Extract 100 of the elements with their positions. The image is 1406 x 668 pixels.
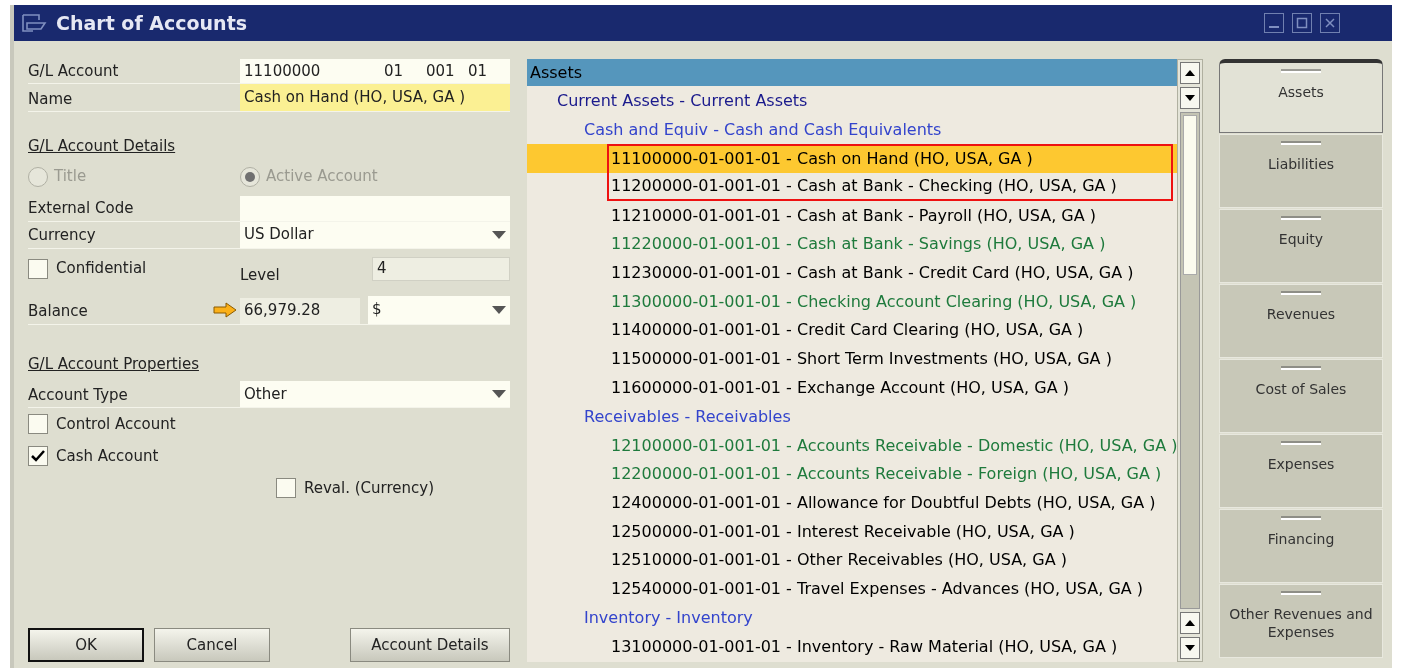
- down-arrow-icon: [1185, 645, 1195, 651]
- account-label: 11400000-01-001-01 - Credit Card Clearing (HO, USA, GA ): [611, 319, 1084, 342]
- checkbox[interactable]: [28, 414, 48, 434]
- account-row[interactable]: 11300000-01-001-01 - Checking Account Clearing (HO, USA, GA ): [527, 287, 1177, 317]
- account-row[interactable]: 12100000-01-001-01 - Accounts Receivable - Domestic (HO, USA, GA ): [527, 431, 1177, 460]
- minimize-button[interactable]: [1264, 13, 1284, 33]
- reval-checkbox[interactable]: Reval. (Currency): [276, 472, 435, 504]
- scroll-up-button[interactable]: [1180, 612, 1200, 634]
- account-label: 13100000-01-001-01 - Inventory - Raw Material (HO, USA, GA ): [611, 635, 1118, 658]
- up-arrow-icon: [1185, 620, 1195, 626]
- account-label: 12510000-01-001-01 - Other Receivables (HO, USA, GA ): [611, 549, 1067, 572]
- minimize-icon: [1269, 26, 1279, 28]
- scroll-down-button[interactable]: [1180, 87, 1200, 109]
- dialog-button[interactable]: Cancel: [154, 628, 270, 662]
- account-label: 11230000-01-001-01 - Cash at Bank - Credit Card (HO, USA, GA ): [611, 262, 1134, 285]
- window-title: Chart of Accounts: [56, 10, 249, 36]
- category-tab[interactable]: Expenses: [1219, 434, 1383, 508]
- account-row[interactable]: 11500000-01-001-01 - Short Term Investments (HO, USA, GA ): [527, 344, 1177, 374]
- section-heading: G/L Account Properties: [28, 353, 199, 375]
- down-arrow-icon: [1185, 95, 1195, 101]
- category-tab[interactable]: Financing: [1219, 509, 1383, 583]
- balance-currency-dropdown[interactable]: $: [368, 295, 510, 324]
- account-label: 12500000-01-001-01 - Interest Receivable (HO, USA, GA ): [611, 520, 1075, 543]
- account-label: 11100000-01-001-01 - Cash on Hand (HO, USA, GA ): [611, 148, 1033, 171]
- account-details-button[interactable]: Account Details: [350, 628, 510, 662]
- account-row[interactable]: 12200000-01-001-01 - Accounts Receivable - Foreign (HO, USA, GA ): [527, 459, 1177, 489]
- currency-dropdown[interactable]: US Dollar: [240, 221, 510, 248]
- account-label: 12540000-01-001-01 - Travel Expenses - Advances (HO, USA, GA ): [611, 577, 1144, 600]
- account-row[interactable]: 12400000-01-001-01 - Allowance for Doubtful Debts (HO, USA, GA ): [527, 488, 1177, 518]
- scroll-down-button[interactable]: [1180, 637, 1200, 659]
- account-row[interactable]: 12510000-01-001-01 - Other Receivables (HO, USA, GA ): [527, 545, 1177, 575]
- category-tab[interactable]: Cost of Sales: [1219, 359, 1383, 433]
- up-arrow-icon: [1185, 70, 1195, 76]
- account-type-dropdown[interactable]: Other: [240, 381, 510, 407]
- dialog-button[interactable]: OK: [28, 628, 144, 662]
- scrollbar[interactable]: [1177, 59, 1203, 662]
- dropdown-caret-icon[interactable]: [492, 390, 506, 398]
- gl-account-field[interactable]: 11100000 01 001 01: [240, 59, 510, 83]
- dropdown-caret-icon[interactable]: [492, 305, 506, 314]
- grip-icon: [1279, 590, 1323, 595]
- account-label: 11220000-01-001-01 - Cash at Bank - Savings (HO, USA, GA ): [611, 233, 1106, 256]
- scroll-up-button[interactable]: [1180, 62, 1200, 84]
- scroll-thumb[interactable]: [1183, 115, 1197, 275]
- close-icon: [1324, 17, 1336, 29]
- tree-group-row[interactable]: Current Assets - Current Assets: [527, 86, 1177, 115]
- category-tab[interactable]: Equity: [1219, 209, 1383, 283]
- grip-icon: [1279, 290, 1323, 295]
- account-label: 12400000-01-001-01 - Allowance for Doubtful Debts (HO, USA, GA ): [611, 491, 1156, 514]
- confidential-checkbox[interactable]: Confidential: [28, 257, 240, 280]
- account-label: 12200000-01-001-01 - Accounts Receivable - Foreign (HO, USA, GA ): [611, 463, 1162, 486]
- account-row[interactable]: 11230000-01-001-01 - Cash at Bank - Credit Card (HO, USA, GA ): [527, 258, 1177, 288]
- tree-group-row[interactable]: Inventory - Inventory: [527, 603, 1177, 633]
- account-row[interactable]: 12540000-01-001-01 - Travel Expenses - Advances (HO, USA, GA ): [527, 574, 1177, 604]
- checkbox[interactable]: [276, 478, 296, 498]
- grip-icon: [1279, 215, 1323, 220]
- checkbox[interactable]: [28, 258, 48, 279]
- account-label: 11210000-01-001-01 - Cash at Bank - Payroll (HO, USA, GA ): [611, 204, 1096, 227]
- grip-icon: [1279, 140, 1323, 145]
- tree-root-row[interactable]: Assets: [527, 59, 1177, 86]
- form-icon: [22, 14, 48, 32]
- account-label: 11500000-01-001-01 - Short Term Investments (HO, USA, GA ): [611, 348, 1112, 371]
- maximize-button[interactable]: [1292, 13, 1312, 33]
- balance-field: 66,979.28: [240, 297, 360, 324]
- level-field: 4: [372, 256, 510, 281]
- name-field[interactable]: Cash on Hand (HO, USA, GA ): [240, 84, 510, 111]
- close-button[interactable]: [1320, 13, 1340, 33]
- tree-group-row[interactable]: Cash and Equiv - Cash and Cash Equivalents: [527, 115, 1177, 144]
- account-row[interactable]: 11600000-01-001-01 - Exchange Account (HO, USA, GA ): [527, 373, 1177, 403]
- grip-icon: [1279, 68, 1323, 73]
- grip-icon: [1279, 440, 1323, 445]
- category-tab[interactable]: Revenues: [1219, 284, 1383, 358]
- section-heading: G/L Account Details: [28, 136, 176, 157]
- account-label: 11600000-01-001-01 - Exchange Account (HO, USA, GA ): [611, 376, 1069, 399]
- account-label: 12100000-01-001-01 - Accounts Receivable - Domestic (HO, USA, GA ): [611, 434, 1177, 457]
- category-tab[interactable]: Assets: [1219, 59, 1383, 133]
- field-label: Account Type: [28, 384, 129, 406]
- checkbox-option[interactable]: Control Account: [28, 408, 176, 440]
- account-label: 11200000-01-001-01 - Cash at Bank - Checking (HO, USA, GA ): [611, 175, 1117, 198]
- account-row[interactable]: 13100000-01-001-01 - Inventory - Raw Material (HO, USA, GA ): [527, 632, 1177, 661]
- dropdown-caret-icon[interactable]: [492, 230, 506, 239]
- external-code-field[interactable]: [240, 195, 510, 221]
- account-row[interactable]: 11220000-01-001-01 - Cash at Bank - Savings (HO, USA, GA ): [527, 230, 1177, 259]
- field-label: Name: [28, 88, 74, 110]
- account-row[interactable]: 11400000-01-001-01 - Credit Card Clearing (HO, USA, GA ): [527, 316, 1177, 345]
- tree-group-row[interactable]: Receivables - Receivables: [527, 402, 1177, 432]
- category-tab[interactable]: Other Revenues and Expenses: [1219, 584, 1383, 658]
- check-icon: [31, 450, 45, 462]
- grip-icon: [1279, 515, 1323, 520]
- account-row[interactable]: 11210000-01-001-01 - Cash at Bank - Payroll (HO, USA, GA ): [527, 201, 1177, 231]
- checkbox-option[interactable]: Cash Account: [28, 440, 159, 472]
- account-row[interactable]: 11200000-01-001-01 - Cash at Bank - Checking (HO, USA, GA ): [527, 172, 1177, 202]
- scroll-track[interactable]: [1180, 112, 1200, 609]
- arrow-right-icon[interactable]: [213, 301, 237, 318]
- field-label: G/L Account: [28, 60, 120, 82]
- category-tab[interactable]: Liabilities: [1219, 134, 1383, 208]
- account-row[interactable]: 11100000-01-001-01 - Cash on Hand (HO, USA, GA ): [527, 144, 1177, 173]
- account-row[interactable]: 12500000-01-001-01 - Interest Receivable (HO, USA, GA ): [527, 517, 1177, 546]
- maximize-icon: [1296, 17, 1308, 29]
- checkbox[interactable]: [28, 446, 48, 466]
- field-label: External Code: [28, 198, 135, 219]
